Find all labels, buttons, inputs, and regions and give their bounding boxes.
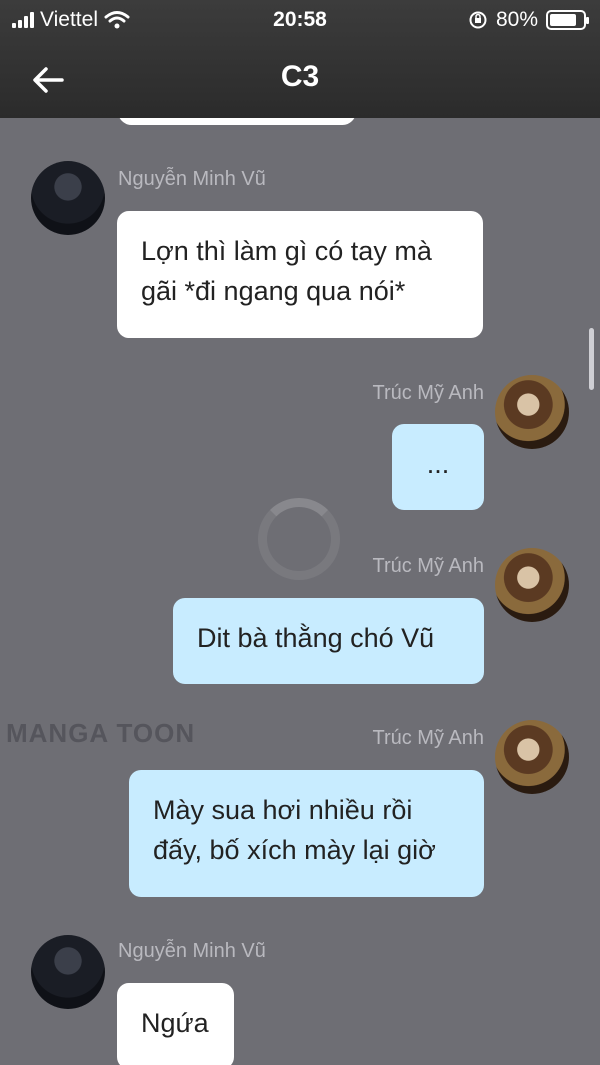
message-text: Ngứa bbox=[141, 1008, 209, 1038]
previous-message-bubble bbox=[118, 118, 356, 125]
message-text: ... bbox=[426, 449, 450, 479]
battery-percent: 80% bbox=[495, 8, 538, 31]
message-bubble[interactable]: Lợn thì làm gì có tay mà gãi *đi ngang q… bbox=[117, 211, 483, 338]
message-text: Dit bà thằng chó Vũ bbox=[197, 623, 435, 653]
avatar[interactable] bbox=[31, 935, 105, 1009]
avatar[interactable] bbox=[495, 375, 569, 449]
avatar[interactable] bbox=[495, 720, 569, 794]
message-text: Lợn thì làm gì có tay mà gãi *đi ngang q… bbox=[141, 236, 432, 306]
sender-name: Nguyễn Minh Vũ bbox=[118, 168, 266, 190]
orientation-lock-icon bbox=[469, 11, 487, 29]
message-bubble[interactable]: ... bbox=[392, 424, 484, 510]
sender-name: Nguyễn Minh Vũ bbox=[118, 940, 266, 962]
top-bar: Viettel 20:58 80% C3 bbox=[0, 0, 600, 118]
chat-area[interactable]: MANGA TOON Nguyễn Minh Vũ Lợn thì làm gì… bbox=[0, 118, 600, 1065]
message-bubble[interactable]: Ngứa bbox=[117, 983, 234, 1065]
loading-spinner-icon bbox=[258, 498, 340, 580]
avatar[interactable] bbox=[495, 548, 569, 622]
sender-name: Trúc Mỹ Anh bbox=[372, 555, 484, 577]
page-title: C3 bbox=[280, 60, 320, 93]
watermark: MANGA TOON bbox=[6, 718, 196, 748]
sender-name: Trúc Mỹ Anh bbox=[372, 382, 484, 404]
message-bubble[interactable]: Dit bà thằng chó Vũ bbox=[173, 598, 484, 684]
avatar[interactable] bbox=[31, 161, 105, 235]
status-bar: Viettel 20:58 80% bbox=[0, 0, 600, 40]
message-bubble[interactable]: Mày sua hơi nhiều rồi đấy, bố xích mày l… bbox=[129, 770, 484, 897]
message-text: Mày sua hơi nhiều rồi đấy, bố xích mày l… bbox=[153, 795, 436, 865]
battery-icon bbox=[546, 10, 589, 30]
scrollbar[interactable] bbox=[589, 328, 594, 390]
sender-name: Trúc Mỹ Anh bbox=[372, 727, 484, 749]
